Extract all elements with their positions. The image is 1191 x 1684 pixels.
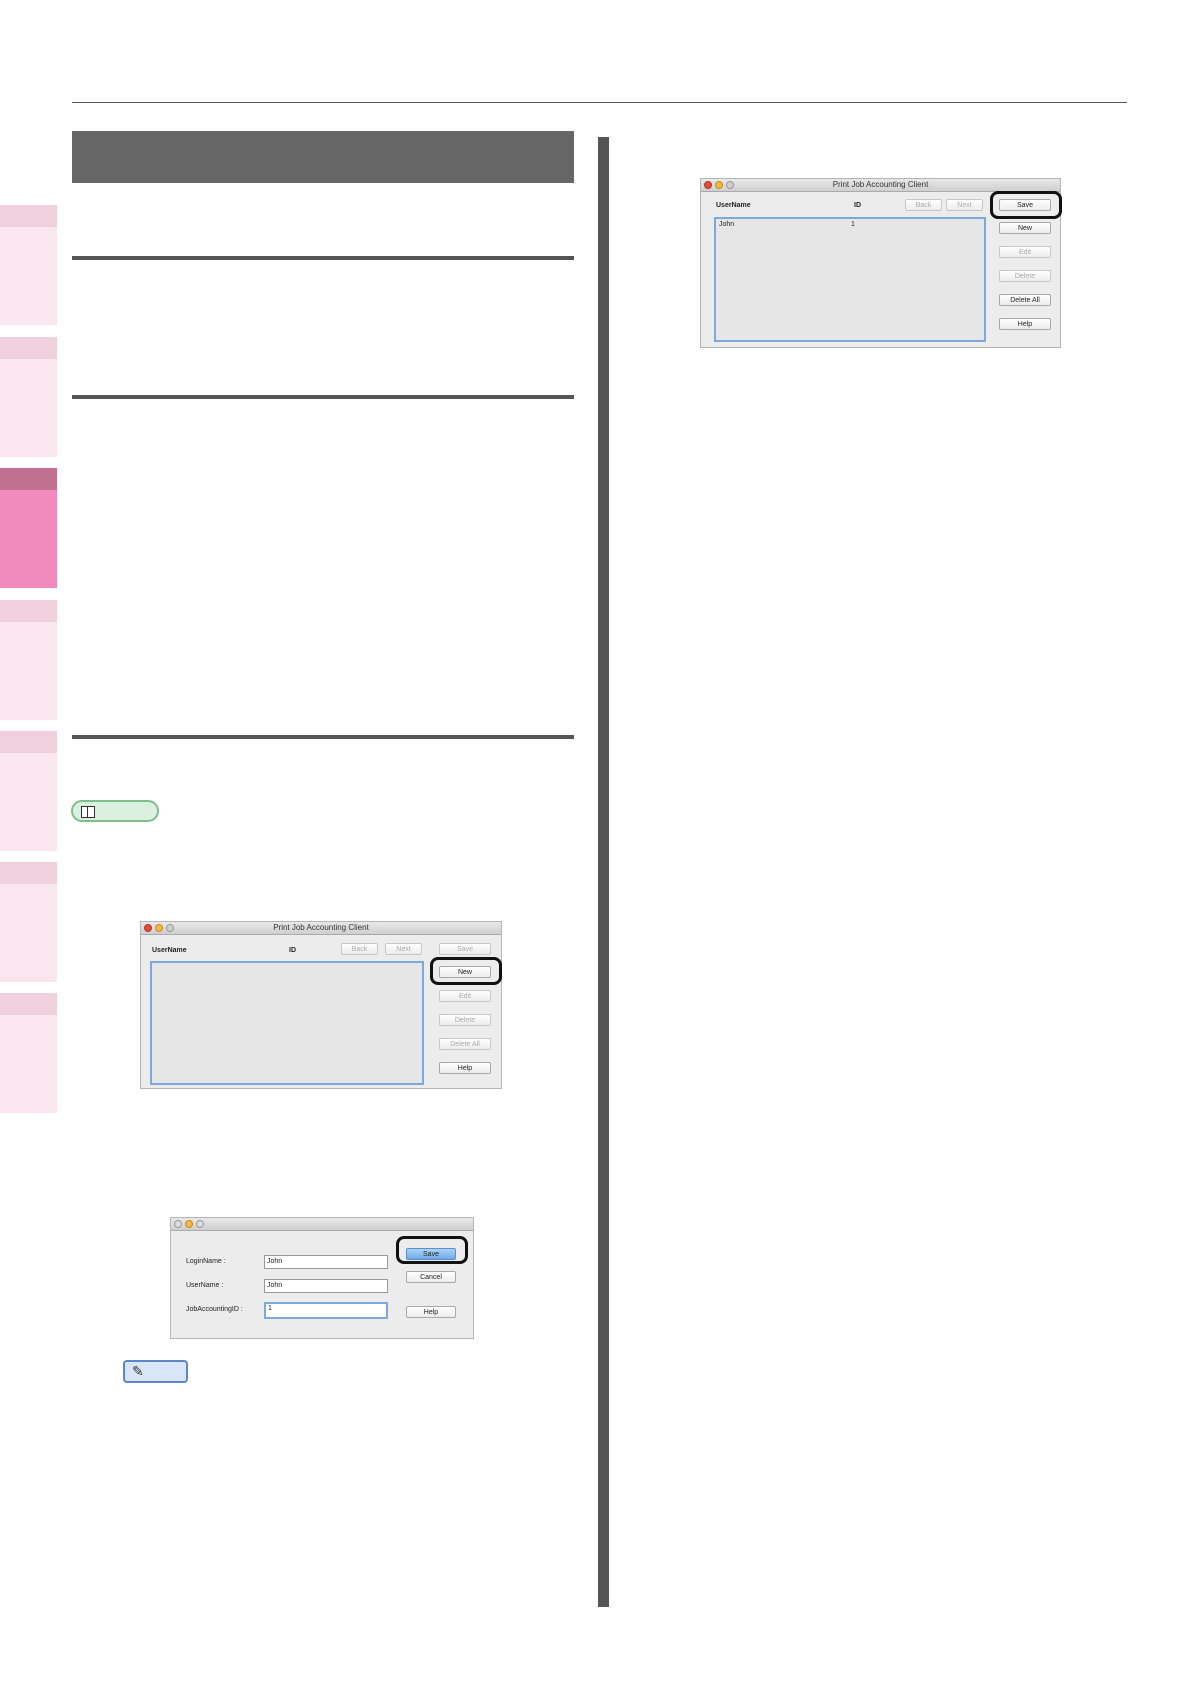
window-title: Print Job Accounting Client [273,923,369,932]
subsection-rule [72,256,574,260]
header-rule [72,102,1127,103]
job-accounting-id-field[interactable]: 1 [264,1302,388,1319]
column-header-username[interactable]: UserName [152,947,187,954]
subsection-rule [72,735,574,739]
chapter-tab-1[interactable] [0,205,57,325]
help-button[interactable]: Help [406,1306,456,1318]
help-button[interactable]: Help [999,318,1051,330]
back-button[interactable]: Back [905,199,942,211]
delete-button[interactable]: Delete [999,270,1051,282]
chapter-tab-3[interactable] [0,468,57,588]
subsection-rule [72,395,574,399]
callout-highlight [430,957,502,985]
minimize-icon[interactable] [185,1220,193,1228]
column-header-id[interactable]: ID [289,947,296,954]
chapter-tab-7[interactable] [0,993,57,1113]
title-bar: Print Job Accounting Client [141,922,501,935]
section-title-bar [72,131,574,183]
save-button[interactable]: Save [439,943,491,955]
callout-highlight [990,191,1062,219]
next-button[interactable]: Next [946,199,983,211]
new-button[interactable]: New [999,222,1051,234]
login-name-field[interactable]: John [264,1255,388,1269]
delete-all-button[interactable]: Delete All [439,1038,491,1050]
column-header-username[interactable]: UserName [716,202,751,209]
next-button[interactable]: Next [385,943,422,955]
user-list[interactable]: John 1 [714,217,986,342]
login-name-label: LoginName : [186,1258,226,1265]
user-list[interactable] [150,961,424,1085]
memo-badge: ✎ [123,1360,188,1383]
chapter-tab-6[interactable] [0,862,57,982]
edit-button[interactable]: Edit [439,990,491,1002]
job-accounting-id-label: JobAccountingID : [186,1306,243,1313]
window-title: Print Job Accounting Client [832,180,929,189]
edit-button[interactable]: Edit [999,246,1051,258]
chapter-tab-4[interactable] [0,600,57,720]
username-label: UserName : [186,1282,224,1289]
username-field[interactable]: John [264,1279,388,1293]
callout-highlight [396,1236,468,1264]
help-button[interactable]: Help [439,1062,491,1074]
delete-all-button[interactable]: Delete All [999,294,1051,306]
list-item-username[interactable]: John [719,221,734,228]
cancel-button[interactable]: Cancel [406,1271,456,1283]
title-bar [171,1218,473,1231]
chapter-tab-2[interactable] [0,337,57,457]
pencil-icon: ✎ [132,1363,144,1379]
zoom-icon[interactable] [196,1220,204,1228]
column-header-id[interactable]: ID [854,202,861,209]
back-button[interactable]: Back [341,943,378,955]
book-icon [81,806,95,818]
close-icon[interactable] [174,1220,182,1228]
procedure-divider [598,137,609,1607]
list-item-id[interactable]: 1 [851,221,855,228]
print-job-accounting-window: Print Job Accounting Client UserName ID … [140,921,502,1089]
chapter-tab-5[interactable] [0,731,57,851]
reference-badge [71,800,159,822]
delete-button[interactable]: Delete [439,1014,491,1026]
